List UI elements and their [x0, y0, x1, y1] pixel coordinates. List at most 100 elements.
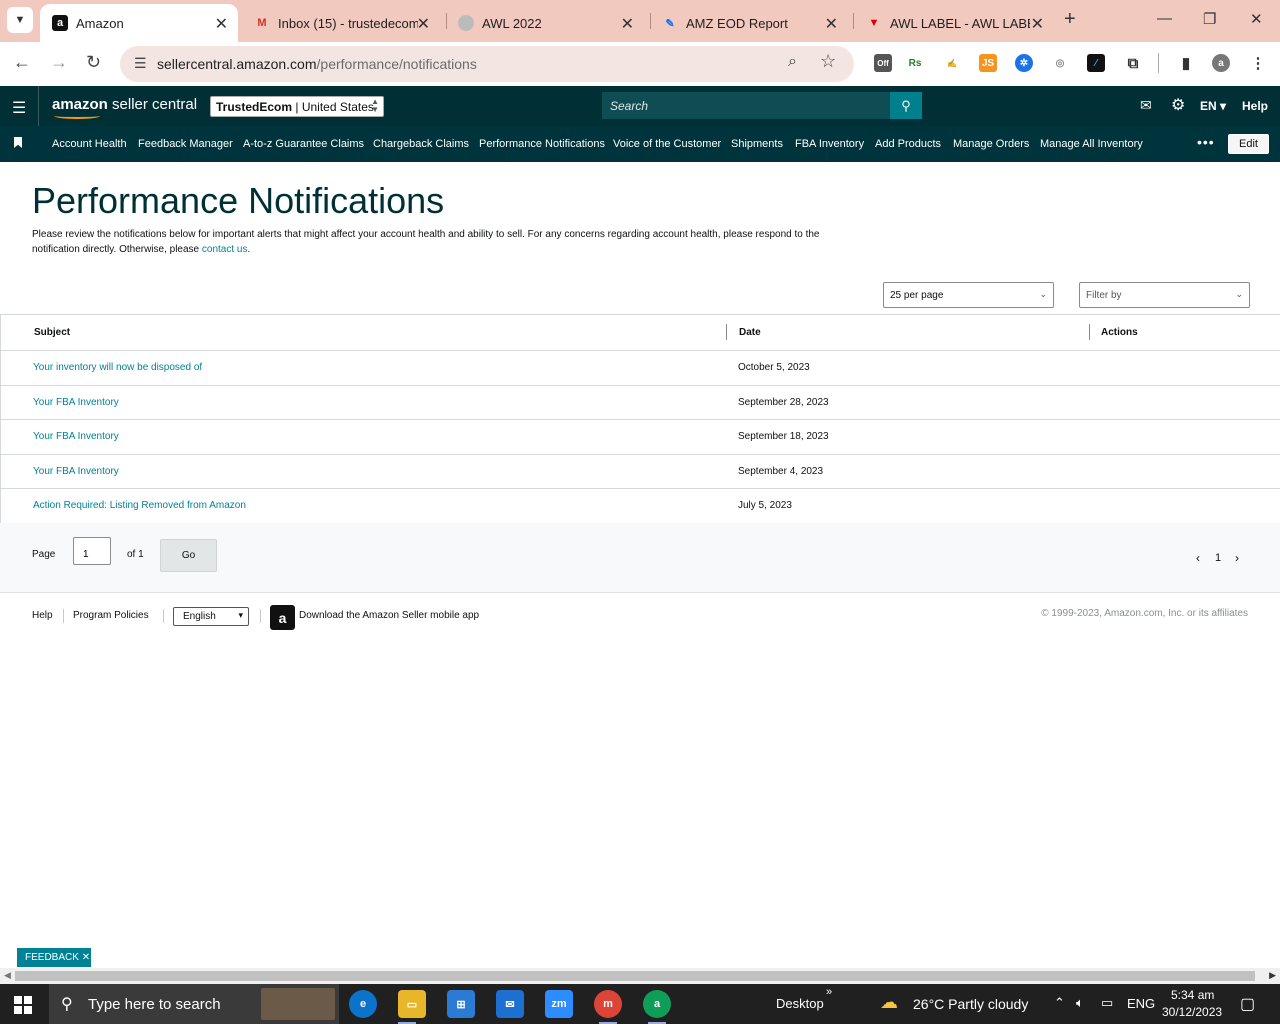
nav-manage-all-inventory[interactable]: Manage All Inventory: [1040, 138, 1143, 150]
address-bar[interactable]: ☰ sellercentral.amazon.com/performance/n…: [120, 46, 854, 82]
close-tab-icon[interactable]: ✕: [417, 14, 430, 34]
settings-gear-icon[interactable]: ⚙: [1171, 95, 1185, 115]
tab-awl-label[interactable]: ▼ AWL LABEL - AWL LABEL ✕: [854, 4, 1054, 42]
nav-feedback-manager[interactable]: Feedback Manager: [138, 138, 233, 150]
horizontal-scrollbar[interactable]: ◀ ▶: [0, 968, 1280, 984]
zoom-icon[interactable]: ⌕: [788, 53, 797, 71]
nav-voice-of-customer[interactable]: Voice of the Customer: [613, 138, 721, 150]
per-page-select[interactable]: 25 per page ⌄: [883, 282, 1054, 308]
feedback-button[interactable]: FEEDBACK ✕: [17, 948, 91, 967]
browser-menu-icon[interactable]: ⋮: [1249, 54, 1267, 72]
help-link[interactable]: Help: [1242, 99, 1268, 113]
bookmark-star-icon[interactable]: ☆: [820, 51, 836, 72]
weather-text[interactable]: 26°C Partly cloudy: [913, 996, 1028, 1012]
notification-subject-link[interactable]: Your FBA Inventory: [33, 431, 119, 442]
close-tab-icon[interactable]: ✕: [1031, 14, 1044, 34]
microsoft-store-icon[interactable]: ⊞: [447, 990, 475, 1018]
current-page-number[interactable]: 1: [1215, 552, 1221, 564]
contact-us-link[interactable]: contact us: [202, 244, 248, 255]
page-number-input[interactable]: [73, 537, 111, 565]
close-window-icon[interactable]: ✕: [1250, 10, 1263, 28]
marketplace-selector[interactable]: TrustedEcom | United States ▲ ▼: [210, 96, 384, 117]
scroll-left-icon[interactable]: ◀: [4, 970, 11, 981]
notification-subject-link[interactable]: Your FBA Inventory: [33, 466, 119, 477]
extension-grey-icon[interactable]: ◎: [1051, 54, 1069, 72]
next-page-icon[interactable]: ›: [1235, 551, 1239, 565]
show-hidden-icons[interactable]: ⌃: [1054, 995, 1065, 1011]
search-button[interactable]: ⚲: [890, 92, 922, 119]
windows-start-icon[interactable]: [14, 996, 32, 1014]
scroll-right-icon[interactable]: ▶: [1269, 970, 1276, 981]
nav-add-products[interactable]: Add Products: [875, 138, 941, 150]
taskbar-search[interactable]: ⚲ Type here to search: [49, 984, 339, 1024]
site-settings-icon[interactable]: ☰: [134, 55, 147, 72]
nav-a-to-z-claims[interactable]: A-to-z Guarantee Claims: [243, 138, 364, 150]
chrome-profile-a-icon[interactable]: a: [643, 990, 671, 1018]
close-tab-icon[interactable]: ✕: [825, 14, 838, 34]
nav-manage-orders[interactable]: Manage Orders: [953, 138, 1029, 150]
close-tab-icon[interactable]: ✕: [621, 14, 634, 34]
tab-amz-eod-report[interactable]: ✎ AMZ EOD Report ✕: [650, 4, 848, 42]
extensions-puzzle-icon[interactable]: ⧉: [1124, 54, 1142, 72]
close-icon[interactable]: ✕: [82, 952, 90, 963]
tab-amazon[interactable]: a Amazon ✕: [40, 4, 238, 42]
chrome-profile-m-icon[interactable]: m: [594, 990, 622, 1018]
filter-select[interactable]: Filter by ⌄: [1079, 282, 1250, 308]
extension-dark-icon[interactable]: ⁄: [1087, 54, 1105, 72]
tab-awl-2022[interactable]: AWL 2022 ✕: [446, 4, 644, 42]
input-language[interactable]: ENG: [1127, 996, 1155, 1011]
zoom-app-icon[interactable]: zm: [545, 990, 573, 1018]
tab-gmail[interactable]: M Inbox (15) - trustedecom ✕: [242, 4, 440, 42]
notification-subject-link[interactable]: Action Required: Listing Removed from Am…: [33, 500, 246, 511]
forward-icon[interactable]: →: [50, 52, 68, 73]
reload-icon[interactable]: ↻: [86, 52, 101, 73]
notification-date: September 4, 2023: [738, 465, 824, 477]
bookmark-icon[interactable]: [14, 137, 22, 148]
hamburger-menu-icon[interactable]: ☰: [12, 98, 26, 118]
back-icon[interactable]: ←: [13, 52, 31, 73]
footer-language-select[interactable]: English ▾: [173, 607, 249, 626]
nav-shipments[interactable]: Shipments: [731, 138, 783, 150]
network-icon[interactable]: ▭: [1101, 995, 1113, 1011]
extension-sign-icon[interactable]: ✍: [943, 54, 961, 72]
nav-fba-inventory[interactable]: FBA Inventory: [795, 138, 864, 150]
extension-off-icon[interactable]: Off: [874, 54, 892, 72]
close-tab-icon[interactable]: ✕: [215, 14, 228, 34]
more-ellipsis-icon[interactable]: •••: [1197, 134, 1215, 150]
download-app-link[interactable]: Download the Amazon Seller mobile app: [299, 610, 479, 621]
edge-icon[interactable]: e: [349, 990, 377, 1018]
clock-time[interactable]: 5:34 am: [1171, 988, 1214, 1002]
restore-icon[interactable]: ❐: [1203, 10, 1216, 28]
profile-avatar-icon[interactable]: a: [1212, 54, 1230, 72]
go-button[interactable]: Go: [160, 539, 217, 572]
search-input[interactable]: [602, 92, 890, 119]
clock-date[interactable]: 30/12/2023: [1162, 1005, 1222, 1019]
footer-help-link[interactable]: Help: [32, 610, 53, 621]
seller-central-logo[interactable]: amazon seller central: [52, 96, 197, 119]
desktop-toolbar[interactable]: Desktop: [776, 996, 824, 1011]
extension-rs-icon[interactable]: Rs: [906, 54, 924, 72]
notification-subject-link[interactable]: Your FBA Inventory: [33, 397, 119, 408]
previous-page-icon[interactable]: ‹: [1196, 551, 1200, 565]
nav-chargeback-claims[interactable]: Chargeback Claims: [373, 138, 469, 150]
extension-blue-circle-icon[interactable]: ✲: [1015, 54, 1033, 72]
nav-performance-notifications[interactable]: Performance Notifications: [479, 138, 605, 150]
new-tab-icon[interactable]: +: [1064, 8, 1076, 31]
volume-icon[interactable]: 🔈︎: [1076, 995, 1084, 1011]
scrollbar-thumb[interactable]: [15, 971, 1255, 981]
mail-app-icon[interactable]: ✉: [496, 990, 524, 1018]
toolbar-expand-icon[interactable]: »: [826, 986, 832, 998]
amazon-app-icon[interactable]: a: [270, 605, 295, 630]
notifications-icon[interactable]: ▢: [1240, 994, 1255, 1014]
notification-subject-link[interactable]: Your inventory will now be disposed of: [33, 362, 202, 373]
extension-js-icon[interactable]: JS: [979, 54, 997, 72]
minimize-icon[interactable]: —: [1157, 10, 1172, 27]
footer-program-policies-link[interactable]: Program Policies: [73, 610, 149, 621]
mail-icon[interactable]: ✉: [1140, 97, 1152, 114]
language-selector[interactable]: EN ▾: [1200, 99, 1226, 113]
nav-account-health[interactable]: Account Health: [52, 138, 127, 150]
side-panel-icon[interactable]: ▮: [1177, 54, 1195, 72]
tab-search-dropdown-icon[interactable]: ▼: [7, 7, 33, 33]
edit-button[interactable]: Edit: [1228, 134, 1269, 154]
file-explorer-icon[interactable]: ▭: [398, 990, 426, 1018]
